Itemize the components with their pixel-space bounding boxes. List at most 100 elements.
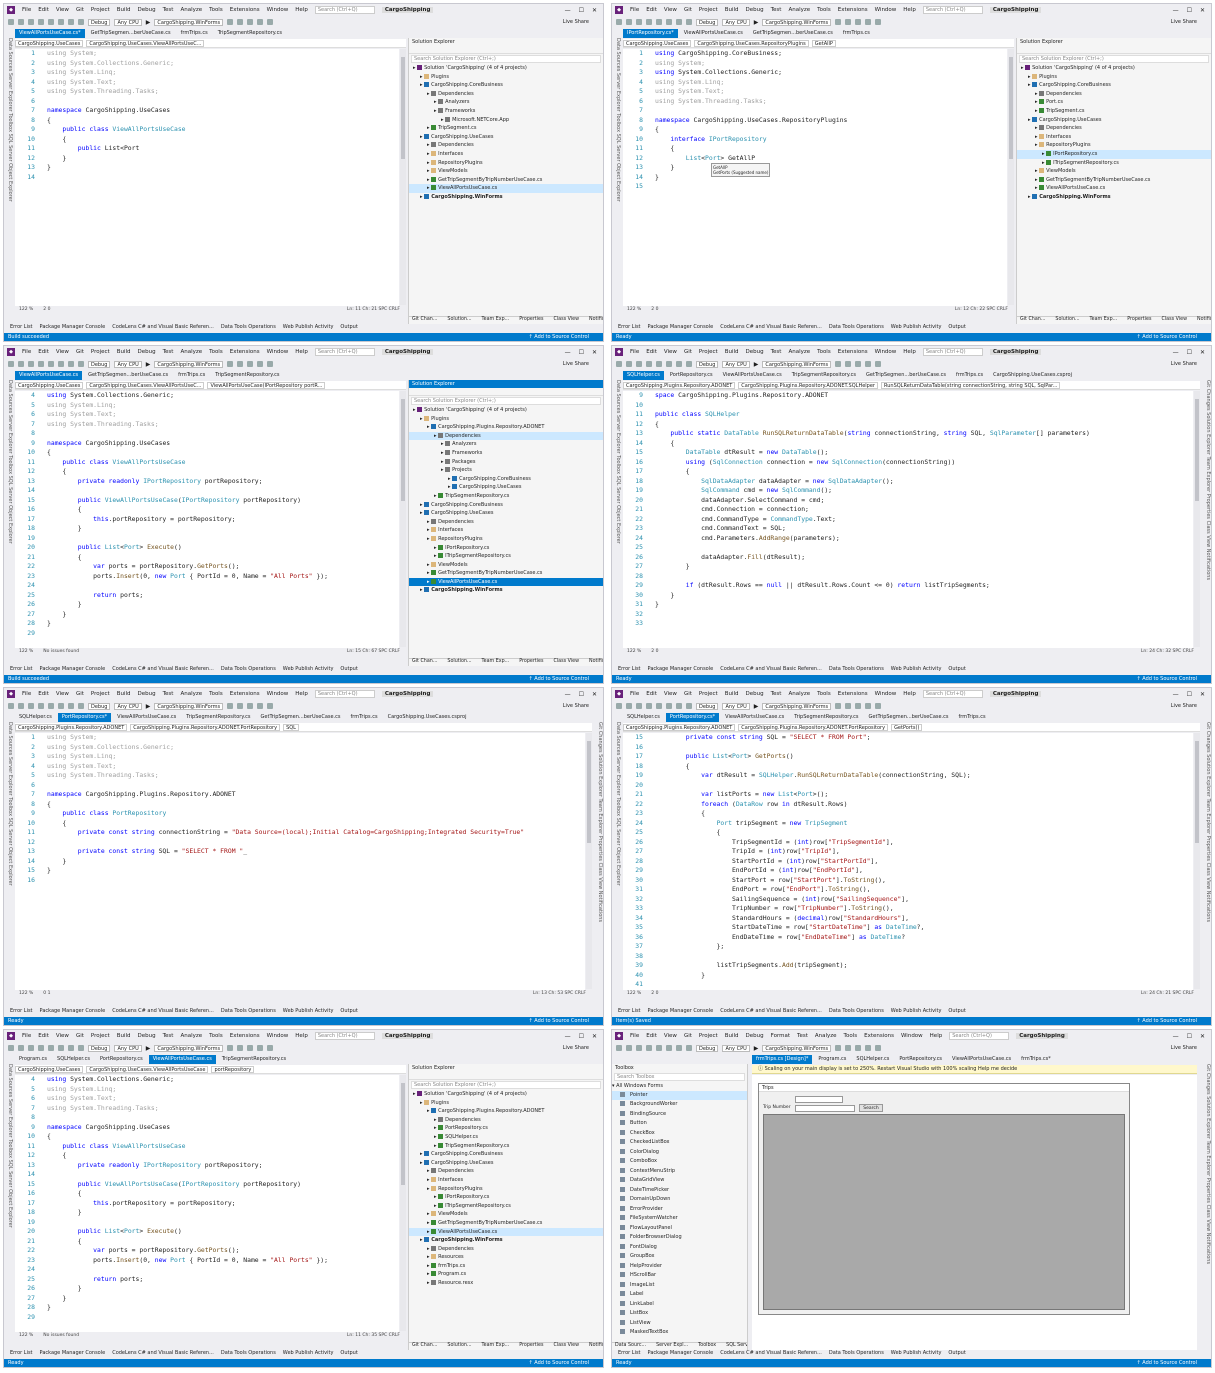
menu-item[interactable]: Git	[684, 691, 692, 697]
minimize-icon[interactable]: —	[1173, 7, 1179, 14]
toolbar-icon[interactable]	[237, 703, 244, 709]
panel-tab[interactable]: Class View	[553, 317, 579, 324]
panel-tab[interactable]: Notificati...	[589, 317, 603, 324]
toolbox-item[interactable]: FileSystemWatcher	[612, 1214, 747, 1224]
toolbar-icon[interactable]	[68, 19, 74, 25]
configuration-dropdown[interactable]: Debug	[88, 18, 111, 26]
toolbar-icon[interactable]	[875, 361, 882, 367]
search-input[interactable]: Search (Ctrl+Q)	[922, 348, 983, 356]
bottom-tab[interactable]: Output	[948, 666, 965, 674]
menu-item[interactable]: Tools	[817, 691, 831, 697]
menu-item[interactable]: Analyze	[180, 349, 202, 355]
solution-explorer-search[interactable]: Search Solution Explorer (Ctrl+;)	[411, 55, 601, 63]
navigation-dropdown[interactable]: SQL	[283, 723, 299, 731]
toolbar-icon[interactable]	[38, 19, 44, 25]
toolbar-icon[interactable]	[48, 1045, 54, 1051]
live-share-button[interactable]: Live Share	[1171, 703, 1211, 709]
document-tab[interactable]: ViewAllPortsUseCase.cs	[15, 371, 83, 380]
startup-project-dropdown[interactable]: CargoShipping.WinForms	[154, 360, 224, 368]
maximize-icon[interactable]: ☐	[1187, 691, 1192, 698]
menu-item[interactable]: Window	[875, 7, 897, 13]
document-tab[interactable]: SQLHelper.cs	[852, 1055, 893, 1064]
tree-item[interactable]: ▸ ViewAllPortsUseCase.cs	[409, 1227, 603, 1237]
toolbar-icon[interactable]	[247, 19, 254, 25]
document-tab[interactable]: CargoShipping.UseCases.csproj	[384, 713, 471, 722]
issues-indicator[interactable]: No issues found	[43, 1333, 79, 1338]
tree-item[interactable]: ▸ CargoShipping.CoreBusiness	[409, 81, 603, 90]
panel-tab[interactable]: Git Chan...	[412, 1343, 437, 1350]
toolbar-icon[interactable]	[38, 361, 44, 367]
toolbar-icon[interactable]	[257, 361, 264, 367]
toolbar-icon[interactable]	[676, 19, 682, 25]
toolbar-icon[interactable]	[58, 19, 64, 25]
tree-item[interactable]: ▸ IPortRepository.cs	[409, 544, 603, 553]
menu-item[interactable]: Git	[76, 691, 84, 697]
tree-item[interactable]: ▸ Dependencies	[409, 1116, 603, 1125]
menu-item[interactable]: Git	[76, 7, 84, 13]
navigation-dropdown[interactable]: CargoShipping.UseCases.ViewAllPortsUseC.…	[86, 381, 205, 389]
left-side-rail[interactable]: Data Sources Server Explorer Toolbox SQL…	[4, 722, 13, 989]
tree-item[interactable]: ▸ Analyzers	[409, 98, 603, 107]
toolbar-icon[interactable]	[845, 1045, 852, 1051]
menu-item[interactable]: Window	[267, 7, 289, 13]
tree-item[interactable]: ▸ ITripSegmentRepository.cs	[409, 552, 603, 561]
scrollbar-thumb[interactable]	[401, 1083, 405, 1186]
toolbar-icon[interactable]	[227, 19, 234, 25]
minimize-icon[interactable]: —	[565, 1033, 571, 1040]
run-icon[interactable]: ▶	[754, 19, 759, 26]
bottom-tab[interactable]: Package Manager Console	[40, 1350, 106, 1358]
toolbar-icon[interactable]	[616, 361, 622, 367]
maximize-icon[interactable]: ☐	[1187, 349, 1192, 356]
toolbar-icon[interactable]	[845, 703, 852, 709]
tree-item[interactable]: ▸ Plugins	[409, 1099, 603, 1108]
toolbar-icon[interactable]	[855, 703, 862, 709]
menu-item[interactable]: Build	[725, 691, 739, 697]
document-tab[interactable]: frmTrips.cs	[955, 713, 990, 722]
tree-item[interactable]: ▸ CargoShipping.UseCases	[1017, 116, 1211, 125]
toolbox-item[interactable]: LinkLabel	[612, 1300, 747, 1310]
document-tab[interactable]: PortRepository.cs	[666, 371, 717, 380]
toolbar-icon[interactable]	[845, 361, 852, 367]
tree-item[interactable]: ▸ ViewAllPortsUseCase.cs	[409, 184, 603, 193]
document-tab[interactable]: TripSegmentRepository.cs	[788, 371, 860, 380]
bottom-tab[interactable]: Package Manager Console	[648, 666, 714, 674]
document-tab[interactable]: frmTrips.cs	[839, 29, 874, 38]
document-tab[interactable]: PortRepository.cs*	[665, 713, 720, 722]
panel-tab[interactable]: Properties	[519, 317, 543, 324]
menu-item[interactable]: Build	[725, 1033, 739, 1039]
tree-item[interactable]: ▸ CargoShipping.UseCases	[409, 1159, 603, 1168]
scrollbar-thumb[interactable]	[401, 57, 405, 160]
navigation-dropdown[interactable]: CargoShipping.Plugins.Repository.ADONET	[623, 723, 736, 731]
run-icon[interactable]: ▶	[146, 19, 151, 26]
add-to-source-control-button[interactable]: ↑ Add to Source Control	[1137, 1018, 1212, 1024]
live-share-button[interactable]: Live Share	[563, 361, 603, 367]
toolbox-item[interactable]: CheckedListBox	[612, 1138, 747, 1148]
toolbar-icon[interactable]	[686, 703, 692, 709]
tree-item[interactable]: ▸ ViewModels	[409, 561, 603, 570]
platform-dropdown[interactable]: Any CPU	[722, 360, 750, 368]
toolbar-icon[interactable]	[666, 703, 672, 709]
tree-item[interactable]: ▸ Resource.resx	[409, 1279, 603, 1288]
bottom-tab[interactable]: Web Publish Activity	[891, 1008, 942, 1016]
data-grid-view[interactable]	[763, 1114, 1125, 1310]
toolbar-icon[interactable]	[28, 1045, 34, 1051]
run-icon[interactable]: ▶	[754, 703, 759, 710]
document-tab[interactable]: TripSegmentRepository.cs	[182, 713, 254, 722]
menu-item[interactable]: Test	[771, 691, 782, 697]
tree-item[interactable]: ▸ Dependencies	[409, 518, 603, 527]
tree-item[interactable]: ▸ Projects	[409, 466, 603, 475]
toolbox-item[interactable]: ContextMenuStrip	[612, 1167, 747, 1177]
tree-item[interactable]: ▸ CargoShipping.Plugins.Repository.ADONE…	[409, 423, 603, 432]
tree-item[interactable]: ▸ GetTripSegmentByTripNumberUseCase.cs	[409, 176, 603, 185]
platform-dropdown[interactable]: Any CPU	[722, 1044, 750, 1052]
toolbox-item[interactable]: HScrollBar	[612, 1271, 747, 1281]
tree-item[interactable]: ▸ Plugins	[409, 73, 603, 82]
menu-item[interactable]: Edit	[38, 691, 49, 697]
tree-item[interactable]: ▸ CargoShipping.WinForms	[409, 1236, 603, 1245]
toolbar-icon[interactable]	[855, 361, 862, 367]
toolbar-icon[interactable]	[626, 1045, 632, 1051]
document-tab[interactable]: PortRepository.cs*	[57, 713, 112, 722]
menu-item[interactable]: Edit	[646, 7, 657, 13]
tree-item[interactable]: ▸ RepositoryPlugins	[409, 535, 603, 544]
toolbar-icon[interactable]	[18, 1045, 24, 1051]
